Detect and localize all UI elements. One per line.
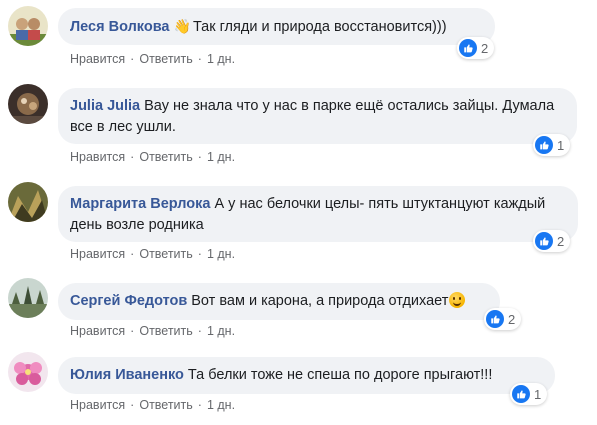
comment-bubble: Julia Julia Вау не знала что у нас в парк… <box>58 88 577 144</box>
comment-time[interactable]: 1 дн. <box>207 247 235 261</box>
like-icon <box>512 385 530 403</box>
comment-actions: Нравится · Ответить · 1 дн. <box>70 324 235 338</box>
like-link[interactable]: Нравится <box>70 247 125 261</box>
comment-author[interactable]: Леся Волкова <box>70 19 170 35</box>
comment-text: Та белки тоже не спеша по дороге прыгают… <box>187 367 493 383</box>
avatar[interactable] <box>8 84 48 124</box>
like-link[interactable]: Нравится <box>70 150 125 164</box>
separator-dot: · <box>197 247 202 261</box>
like-icon <box>459 39 477 57</box>
comment-actions: Нравится · Ответить · 1 дн. <box>70 398 235 412</box>
reaction-count: 2 <box>481 40 489 56</box>
separator-dot: · <box>197 398 202 412</box>
comment-bubble: Маргарита Верлока А у нас белочки целы- п… <box>58 186 578 242</box>
comment-time[interactable]: 1 дн. <box>207 52 235 66</box>
comment-bubble: Леся Волкова 👋 Так гляди и природа восстан… <box>58 8 495 45</box>
comment-bubble: Сергей Федотов Вот вам и карона, а природ… <box>58 283 500 320</box>
avatar-image <box>8 278 48 318</box>
like-link[interactable]: Нравится <box>70 398 125 412</box>
like-icon <box>486 310 504 328</box>
like-link[interactable]: Нравится <box>70 52 125 66</box>
reply-link[interactable]: Ответить <box>139 324 192 338</box>
comment-actions: Нравится · Ответить · 1 дн. <box>70 150 235 164</box>
reply-link[interactable]: Ответить <box>139 52 192 66</box>
reaction-count: 2 <box>557 233 565 249</box>
wave-hand-icon: 👋 <box>173 18 191 34</box>
comment-text: Вот вам и карона, а природа отдихает <box>191 293 449 309</box>
separator-dot: · <box>130 247 135 261</box>
reply-link[interactable]: Ответить <box>139 398 192 412</box>
like-link[interactable]: Нравится <box>70 324 125 338</box>
reaction-count-badge[interactable]: 2 <box>457 37 495 59</box>
separator-dot: · <box>197 324 202 338</box>
reaction-count-badge[interactable]: 1 <box>510 383 548 405</box>
avatar-image <box>8 352 48 392</box>
comment-author[interactable]: Julia Julia <box>70 98 140 114</box>
separator-dot: · <box>130 150 135 164</box>
comment-author[interactable]: Маргарита Верлока <box>70 196 210 212</box>
reaction-count: 1 <box>557 137 565 153</box>
comment-actions: Нравится · Ответить · 1 дн. <box>70 52 235 66</box>
comment-author[interactable]: Сергей Федотов <box>70 293 187 309</box>
comment-actions: Нравится · Ответить · 1 дн. <box>70 247 235 261</box>
reply-link[interactable]: Ответить <box>139 247 192 261</box>
separator-dot: · <box>130 324 135 338</box>
smile-emoji-icon <box>449 292 466 308</box>
avatar-image <box>8 182 48 222</box>
avatar-image <box>8 6 48 46</box>
avatar[interactable] <box>8 352 48 392</box>
reply-link[interactable]: Ответить <box>139 150 192 164</box>
comment-text: Так гляди и природа восстановится))) <box>192 19 447 35</box>
comment-text: Вау не знала что у нас в парке ещё остал… <box>70 98 555 135</box>
comment-bubble: Юлия Иваненко Та белки тоже не спеша по д… <box>58 357 555 394</box>
comment-time[interactable]: 1 дн. <box>207 150 235 164</box>
reaction-count-badge[interactable]: 1 <box>533 134 571 156</box>
avatar[interactable] <box>8 182 48 222</box>
separator-dot: · <box>130 52 135 66</box>
avatar-image <box>8 84 48 124</box>
separator-dot: · <box>130 398 135 412</box>
comment-time[interactable]: 1 дн. <box>207 398 235 412</box>
comment-author[interactable]: Юлия Иваненко <box>70 367 184 383</box>
separator-dot: · <box>197 150 202 164</box>
like-icon <box>535 136 553 154</box>
reaction-count-badge[interactable]: 2 <box>533 230 571 252</box>
separator-dot: · <box>197 52 202 66</box>
avatar[interactable] <box>8 278 48 318</box>
like-icon <box>535 232 553 250</box>
reaction-count: 1 <box>534 386 542 402</box>
reaction-count: 2 <box>508 311 516 327</box>
reaction-count-badge[interactable]: 2 <box>484 308 522 330</box>
comment-time[interactable]: 1 дн. <box>207 324 235 338</box>
avatar[interactable] <box>8 6 48 46</box>
